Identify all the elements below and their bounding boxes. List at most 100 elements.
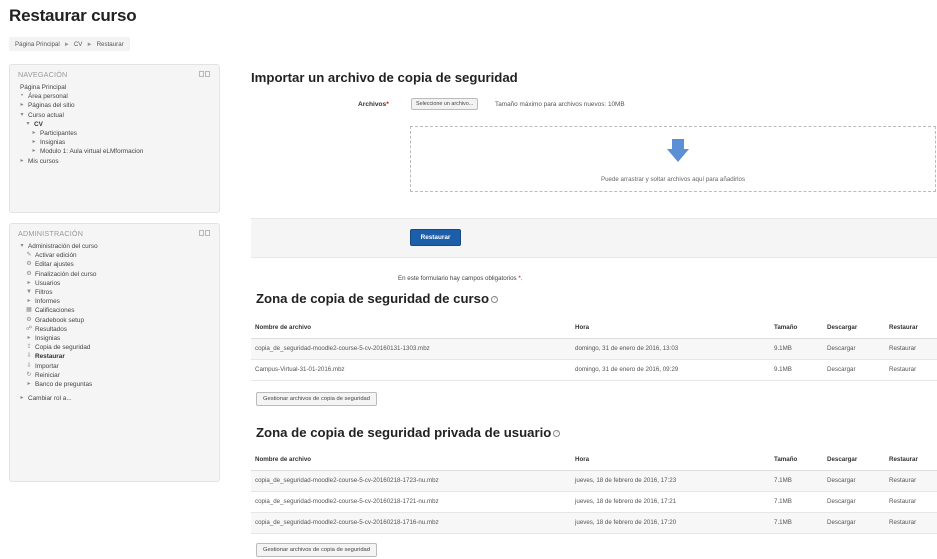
- cell-size: 7.1MB: [770, 491, 823, 513]
- nav-item-label: Mis cursos: [28, 157, 59, 165]
- download-link[interactable]: Descargar: [823, 491, 885, 513]
- admin-item[interactable]: ↻ Reiniciar: [18, 371, 219, 380]
- admin-item[interactable]: ⇪ Copia de seguridad: [18, 343, 219, 352]
- cell-size: 7.1MB: [770, 470, 823, 492]
- nav-item-label: Participantes: [40, 130, 77, 138]
- admin-item-label: Cambiar rol a...: [28, 395, 72, 403]
- admin-item-label: Administración del curso: [28, 243, 98, 250]
- download-link[interactable]: Descargar: [823, 512, 885, 534]
- collapsed-icon: ▸: [20, 157, 24, 164]
- column-header-download: Descargar: [823, 450, 885, 471]
- manage-course-backups-button[interactable]: Gestionar archivos de copia de seguridad: [256, 392, 377, 406]
- outcomes-icon: ☍: [25, 325, 33, 332]
- gear-icon: ⚙: [26, 261, 32, 268]
- cell-time: domingo, 31 de enero de 2016, 09:29: [571, 359, 770, 381]
- restore-link[interactable]: Restaurar: [885, 491, 937, 513]
- file-dropzone[interactable]: Puede arrastrar y soltar archivos aquí p…: [410, 126, 936, 192]
- admin-item[interactable]: ▸ Informes: [18, 297, 219, 306]
- admin-item[interactable]: ▸ Banco de preguntas: [18, 380, 219, 389]
- user-backup-table: Nombre de archivo Hora Tamaño Descargar …: [251, 450, 937, 534]
- choose-file-button[interactable]: Seleccione un archivo...: [411, 98, 479, 110]
- restore-link[interactable]: Restaurar: [885, 338, 937, 360]
- nav-item[interactable]: ▾ CV: [18, 120, 219, 129]
- admin-item[interactable]: ▸ Insignias: [18, 334, 219, 343]
- admin-item-label: Reiniciar: [35, 371, 60, 379]
- download-arrow-icon: [667, 139, 689, 162]
- restore-link[interactable]: Restaurar: [885, 512, 937, 534]
- admin-item[interactable]: ▦ Calificaciones: [18, 306, 219, 315]
- download-link[interactable]: Descargar: [823, 338, 885, 360]
- admin-item-label: Informes: [35, 298, 60, 306]
- reset-icon: ↻: [26, 371, 32, 378]
- form-submit-area: [251, 218, 937, 258]
- import-heading: Importar un archivo de copia de segurida…: [251, 70, 518, 85]
- breadcrumb: Página Principal ► CV ► Restaurar: [9, 37, 130, 51]
- cell-time: jueves, 18 de febrero de 2016, 17:21: [571, 491, 770, 513]
- nav-item[interactable]: ▸ Modulo 1: Aula virtual eLMformacion: [18, 147, 219, 156]
- user-backup-heading: Zona de copia de seguridad privada de us…: [256, 425, 561, 440]
- help-icon[interactable]: ?: [491, 296, 499, 304]
- admin-item[interactable]: ▾ Administración del curso: [18, 242, 219, 251]
- admin-item[interactable]: ⇩ Importar: [18, 362, 219, 371]
- nav-item-label: Modulo 1: Aula virtual eLMformacion: [40, 148, 144, 156]
- admin-item-label: Resultados: [35, 325, 67, 333]
- nav-item-label: Área personal: [28, 93, 68, 101]
- cell-filename: copia_de_seguridad-moodle2-course-5-cv-2…: [251, 491, 571, 513]
- column-header-size: Tamaño: [770, 318, 823, 339]
- navigation-tree: Página Principal • Área personal ▸ Páginas d…: [10, 83, 219, 166]
- help-icon[interactable]: ?: [553, 430, 561, 438]
- admin-item-label: Editar ajustes: [35, 261, 74, 269]
- download-link[interactable]: Descargar: [823, 359, 885, 381]
- page-title: Restaurar curso: [9, 6, 137, 25]
- download-link[interactable]: Descargar: [823, 470, 885, 492]
- admin-item-label: Finalización del curso: [35, 270, 97, 278]
- manage-user-backups-button[interactable]: Gestionar archivos de copia de seguridad: [256, 543, 377, 557]
- admin-item[interactable]: ⇩ Restaurar: [18, 352, 219, 361]
- cell-filename: copia_de_seguridad-moodle2-course-5-cv-2…: [251, 512, 571, 534]
- admin-item[interactable]: ▸ Usuarios: [18, 279, 219, 288]
- table-row: Campus-Virtual-31-01-2016.mbz domingo, 31…: [251, 359, 937, 381]
- nav-item[interactable]: ▸ Insignias: [18, 138, 219, 147]
- breadcrumb-course[interactable]: CV: [74, 41, 83, 48]
- nav-item-label: CV: [34, 120, 43, 128]
- nav-item[interactable]: • Área personal: [18, 92, 219, 101]
- administration-block-title: ADMINISTRACIÓN: [18, 229, 84, 238]
- column-header-filename: Nombre de archivo: [251, 318, 571, 339]
- admin-item[interactable]: ▼ Filtros: [18, 288, 219, 297]
- nav-item[interactable]: ▸ Páginas del sitio: [18, 101, 219, 110]
- nav-item-label: Insignias: [40, 139, 66, 147]
- nav-item[interactable]: ▸ Mis cursos: [18, 157, 219, 166]
- cell-filename: copia_de_seguridad-moodle2-course-5-cv-2…: [251, 470, 571, 492]
- expanded-icon: ▾: [20, 111, 24, 118]
- nav-item[interactable]: ▾ Curso actual: [18, 111, 219, 120]
- admin-item[interactable]: ⚙ Gradebook setup: [18, 316, 219, 325]
- admin-item[interactable]: ▸ Cambiar rol a...: [18, 394, 219, 403]
- admin-item-label: Gradebook setup: [35, 316, 85, 324]
- collapsed-icon: ▸: [32, 130, 36, 137]
- restore-link[interactable]: Restaurar: [885, 359, 937, 381]
- nav-item[interactable]: Página Principal: [18, 83, 219, 92]
- admin-item-label: Restaurar: [35, 353, 65, 361]
- nav-item[interactable]: ▸ Participantes: [18, 129, 219, 138]
- expanded-icon: ▾: [26, 120, 30, 127]
- cell-size: 7.1MB: [770, 512, 823, 534]
- cell-size: 9.1MB: [770, 338, 823, 360]
- cell-time: jueves, 18 de febrero de 2016, 17:23: [571, 470, 770, 492]
- admin-item-label: Importar: [35, 362, 59, 370]
- restore-link[interactable]: Restaurar: [885, 470, 937, 492]
- block-dock-icon[interactable]: [199, 71, 210, 77]
- admin-item[interactable]: ☍ Resultados: [18, 325, 219, 334]
- admin-item[interactable]: ✎ Activar edición: [18, 251, 219, 260]
- restore-submit-button[interactable]: Restaurar: [410, 229, 461, 246]
- admin-item-label: Copia de seguridad: [35, 344, 91, 352]
- breadcrumb-home[interactable]: Página Principal: [15, 41, 60, 48]
- chevron-right-icon: ▸: [20, 395, 24, 402]
- cell-filename: copia_de_seguridad-moodle2-course-5-cv-2…: [251, 338, 571, 360]
- breadcrumb-separator: ►: [63, 40, 70, 48]
- block-dock-icon[interactable]: [199, 230, 210, 236]
- admin-item[interactable]: ⚙ Editar ajustes: [18, 260, 219, 269]
- nav-item-label: Páginas del sitio: [28, 102, 75, 110]
- admin-item[interactable]: ⚙ Finalización del curso: [18, 270, 219, 279]
- table-row: copia_de_seguridad-moodle2-course-5-cv-2…: [251, 491, 937, 513]
- cell-time: domingo, 31 de enero de 2016, 13:03: [571, 338, 770, 360]
